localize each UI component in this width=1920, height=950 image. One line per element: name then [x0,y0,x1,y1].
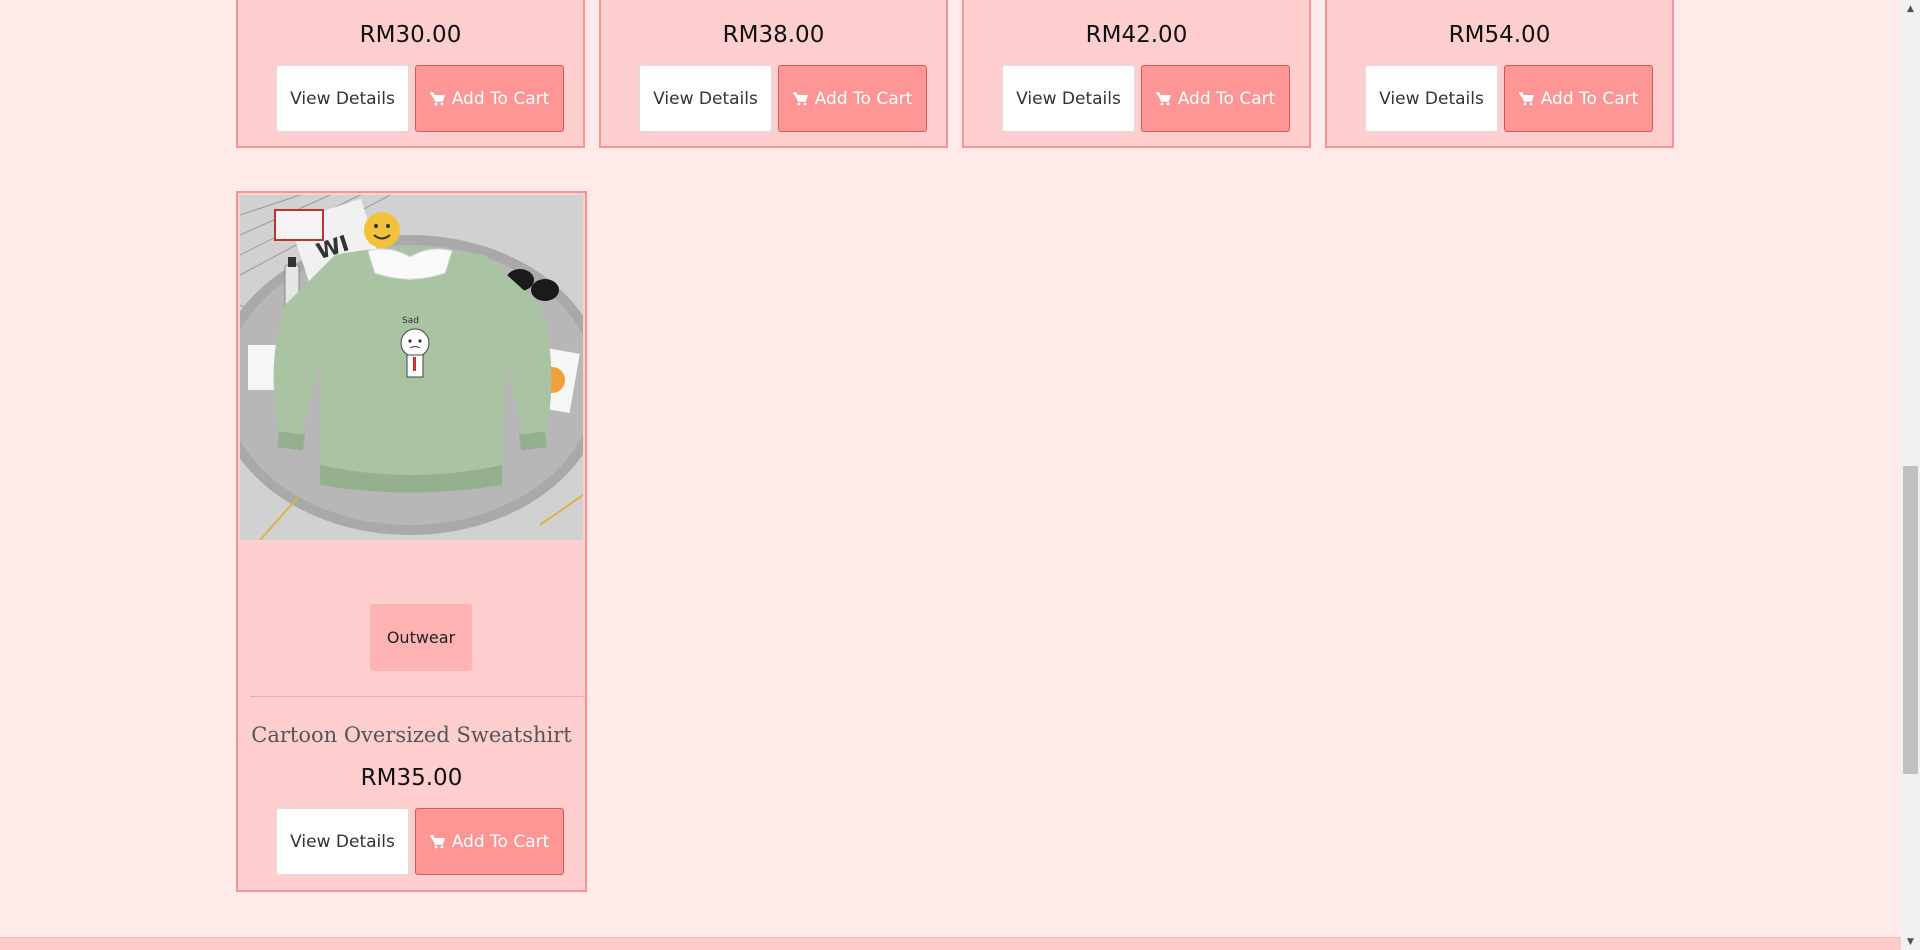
shopping-cart-icon [1518,91,1534,105]
product-price: RM42.00 [1085,22,1188,48]
sweatshirt-photo: WI IF Y [240,195,583,540]
view-details-button[interactable]: View Details [639,65,772,132]
product-price: RM38.00 [722,22,825,48]
view-details-button[interactable]: View Details [1002,65,1135,132]
add-to-cart-button[interactable]: Add To Cart [415,808,564,875]
scroll-up-arrow-icon[interactable]: ▲ [1901,0,1920,17]
product-image[interactable]: WI IF Y [240,195,583,540]
add-to-cart-button[interactable]: Add To Cart [1504,65,1653,132]
product-card-featured: WI IF Y [236,191,587,892]
shopping-cart-icon [1155,91,1171,105]
divider [250,696,585,697]
add-to-cart-button[interactable]: Add To Cart [1141,65,1290,132]
shopping-cart-icon [429,834,445,848]
product-card: RM54.00 View Details Add To Cart [1325,0,1674,148]
shopping-cart-icon [429,91,445,105]
view-details-button[interactable]: View Details [1365,65,1498,132]
product-price: RM35.00 [360,765,463,791]
product-card: RM42.00 View Details Add To Cart [962,0,1311,148]
svg-text:Sad: Sad [402,316,419,326]
product-price: RM54.00 [1448,22,1551,48]
add-to-cart-button[interactable]: Add To Cart [778,65,927,132]
shopping-cart-icon [792,91,808,105]
product-price: RM30.00 [359,22,462,48]
view-details-button[interactable]: View Details [276,65,409,132]
scroll-down-arrow-icon[interactable]: ▼ [1901,933,1920,950]
product-name: Cartoon Oversized Sweatshirt [251,723,572,747]
scrollbar-thumb[interactable] [1903,466,1918,774]
footer-edge [0,937,1901,950]
category-badge[interactable]: Outwear [370,604,472,671]
vertical-scrollbar[interactable]: ▲ ▼ [1901,0,1920,950]
view-details-button[interactable]: View Details [276,808,409,875]
add-to-cart-button[interactable]: Add To Cart [415,65,564,132]
product-listing-page: RM30.00 View Details Add To Cart RM38.00… [0,0,1920,950]
product-card: RM30.00 View Details Add To Cart [236,0,585,148]
product-card: RM38.00 View Details Add To Cart [599,0,948,148]
